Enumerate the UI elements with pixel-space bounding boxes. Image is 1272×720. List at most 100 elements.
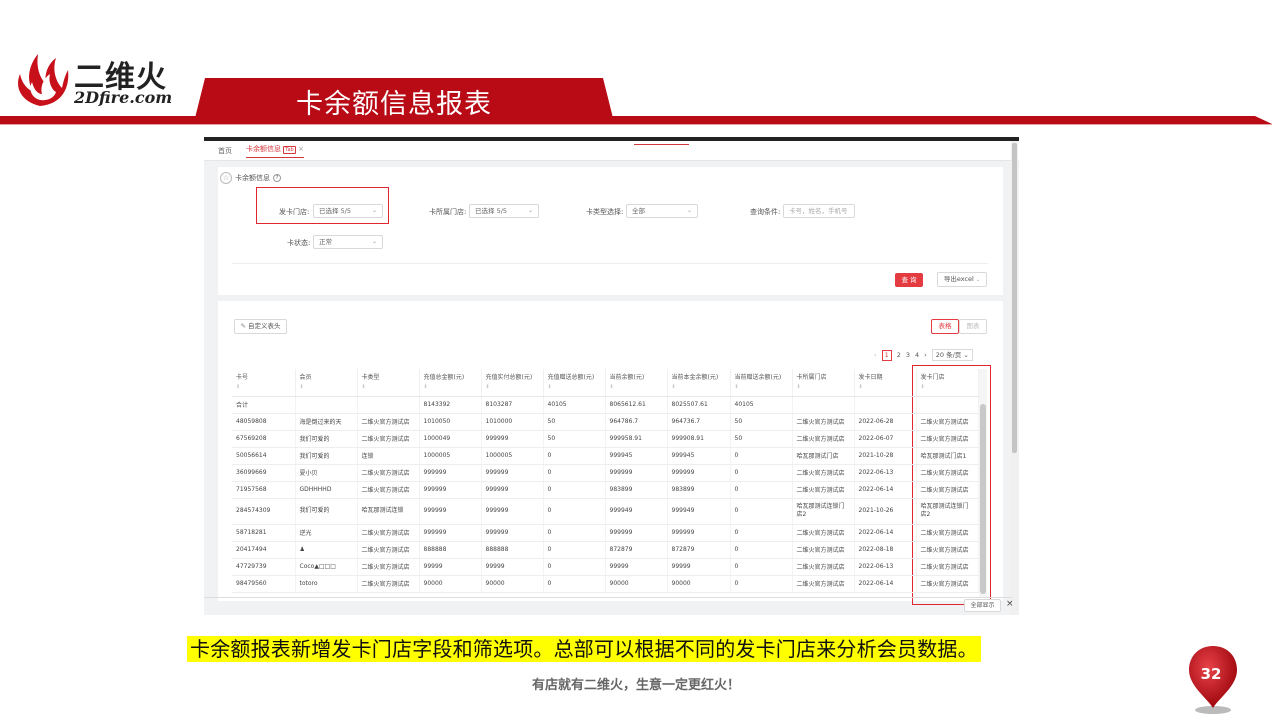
prev-page-icon[interactable]: ‹ — [874, 351, 877, 359]
page-2[interactable]: 2 — [897, 351, 901, 359]
brand-name-en: 2Dfire.com — [74, 88, 173, 107]
column-header[interactable]: 卡号 ⇕ — [232, 369, 296, 397]
column-header[interactable]: 卡类型 ⇕ — [357, 369, 420, 397]
table-cell: 二维火官方测试店 — [792, 575, 855, 593]
sort-icon[interactable]: ⇕ — [672, 384, 726, 390]
column-header-label: 充值总金额(元) — [423, 374, 465, 381]
column-header[interactable]: 充值赠送总额(元) ⇕ — [543, 369, 606, 397]
per-page-select[interactable]: 20 条/页 ⌄ — [931, 349, 973, 361]
table-cell: 999999 — [419, 481, 482, 499]
table-cell: 2022-06-13 — [854, 558, 917, 576]
top-indicator — [634, 144, 689, 145]
table-cell: 90000 — [605, 575, 668, 593]
page-scrollbar-thumb[interactable] — [1012, 143, 1017, 453]
close-icon[interactable]: × — [1006, 599, 1014, 609]
card-type-select[interactable]: 全部 ⌄ — [626, 204, 698, 218]
column-header-label: 卡类型 — [361, 374, 380, 381]
table-cell: 二维火官方测试店 — [357, 464, 420, 482]
table-cell: 2022-06-14 — [854, 481, 917, 499]
sort-icon[interactable]: ⇕ — [859, 384, 912, 390]
table-cell: 连锁 — [357, 447, 420, 465]
table-cell: 0 — [543, 575, 606, 593]
table-cell: 50 — [730, 413, 793, 431]
column-header-label: 卡所属门店 — [796, 374, 827, 381]
sort-icon[interactable]: ⇕ — [797, 384, 850, 390]
column-header[interactable]: 充值总金额(元) ⇕ — [419, 369, 482, 397]
table-cell: 47729739 — [232, 558, 296, 576]
table-cell: GDHHHHD — [295, 481, 358, 499]
page-scrollbar[interactable] — [1011, 141, 1018, 615]
table-scrollbar-thumb[interactable] — [980, 404, 986, 594]
star-icon[interactable]: ☆ — [220, 172, 232, 184]
page-3[interactable]: 3 — [906, 351, 910, 359]
table-cell: 50 — [543, 413, 606, 431]
query-button[interactable]: 查 询 — [895, 273, 923, 287]
sort-icon[interactable]: ⇕ — [236, 384, 291, 390]
sort-icon[interactable]: ⇕ — [548, 384, 601, 390]
column-header-label: 会员 — [299, 374, 312, 381]
table-cell: 2021-10-28 — [854, 447, 917, 465]
sort-icon[interactable]: ⇕ — [921, 384, 974, 390]
tab-card-balance[interactable]: 卡余额信息 Tab × — [246, 144, 304, 158]
chart-view-button[interactable]: 图表 — [959, 319, 987, 334]
bottom-bar — [204, 597, 1012, 598]
table-cell: 99999 — [605, 558, 668, 576]
table-view-button[interactable]: 表格 — [931, 319, 959, 334]
table-cell: 1010000 — [481, 413, 544, 431]
issue-store-select[interactable]: 已选择 5/5 ⌄ — [313, 204, 383, 218]
table-row: 67569208 我们可爱的 二维火官方测试店 1000049 999999 50 9999… — [232, 430, 979, 448]
sort-icon[interactable]: ⇕ — [424, 384, 477, 390]
export-excel-button[interactable]: 导出excel ⌄ — [937, 272, 987, 287]
show-all-button[interactable]: 全部显示 — [964, 599, 1001, 612]
table-cell: 我们可爱的 — [295, 498, 358, 525]
tab-home[interactable]: 首页 — [218, 146, 232, 156]
status-select[interactable]: 正常 ⌄ — [313, 235, 383, 249]
sort-icon[interactable]: ⇕ — [735, 384, 788, 390]
query-input[interactable]: 卡号，姓名，手机号 — [783, 204, 855, 218]
table-cell: 我们可爱的 — [295, 430, 358, 448]
page-1[interactable]: 1 — [881, 349, 892, 361]
status-label: 卡状态: — [287, 239, 311, 247]
custom-header-button[interactable]: ✎ 自定义表头 — [234, 319, 287, 334]
table-cell: 2022-08-18 — [854, 541, 917, 559]
table-scrollbar[interactable] — [979, 369, 987, 597]
table-cell: 0 — [543, 541, 606, 559]
column-header[interactable]: 充值实付总额(元) ⇕ — [481, 369, 544, 397]
sort-icon[interactable]: ⇕ — [610, 384, 663, 390]
sort-icon[interactable]: ⇕ — [300, 384, 353, 390]
table-cell: 二维火官方测试店 — [792, 541, 855, 559]
slide-title: 卡余额信息报表 — [296, 89, 492, 120]
column-header[interactable]: 会员 ⇕ — [295, 369, 358, 397]
next-page-icon[interactable]: › — [924, 351, 927, 359]
table-cell: 哈瓦那测试门店1 — [916, 447, 979, 465]
column-header[interactable]: 当前余额(元) ⇕ — [605, 369, 668, 397]
table-header-row: 卡号 ⇕ 会员 ⇕ 卡类型 ⇕ 充值总金额(元) ⇕ 充值实付总额(元) ⇕ 充值赠送总额(元) ⇕ 当… — [232, 369, 979, 397]
column-header[interactable]: 发卡日期 ⇕ — [854, 369, 917, 397]
table-cell: 8103287 — [481, 396, 544, 414]
column-header[interactable]: 当前赠送余额(元) ⇕ — [730, 369, 793, 397]
tab-badge: Tab — [283, 145, 296, 154]
table-cell: 999908.91 — [667, 430, 731, 448]
help-icon[interactable]: ? — [273, 174, 281, 182]
table-cell: 67569208 — [232, 430, 296, 448]
column-header-label: 卡号 — [236, 374, 249, 381]
card-balance-table: 卡号 ⇕ 会员 ⇕ 卡类型 ⇕ 充值总金额(元) ⇕ 充值实付总额(元) ⇕ 充值赠送总额(元) ⇕ 当… — [232, 369, 979, 593]
per-page-value: 20 条/页 — [935, 351, 962, 359]
tab-close-icon[interactable]: × — [298, 145, 304, 153]
table-cell: 0 — [730, 447, 793, 465]
table-cell: 0 — [730, 558, 793, 576]
sort-icon[interactable]: ⇕ — [486, 384, 539, 390]
card-store-select[interactable]: 已选择 5/5 ⌄ — [469, 204, 539, 218]
page-4[interactable]: 4 — [915, 351, 919, 359]
table-cell: 二维火官方测试店 — [357, 541, 420, 559]
column-header[interactable]: 发卡门店 ⇕ — [916, 369, 979, 397]
table-cell: 夏小贝 — [295, 464, 358, 482]
table-cell: 0 — [730, 464, 793, 482]
table-cell: 964736.7 — [667, 413, 731, 431]
column-header[interactable]: 卡所属门店 ⇕ — [792, 369, 855, 397]
column-header[interactable]: 当前本金余额(元) ⇕ — [667, 369, 731, 397]
table-cell — [295, 396, 358, 414]
table-cell: 90000 — [419, 575, 482, 593]
table-cell: 999999 — [419, 464, 482, 482]
sort-icon[interactable]: ⇕ — [362, 384, 415, 390]
